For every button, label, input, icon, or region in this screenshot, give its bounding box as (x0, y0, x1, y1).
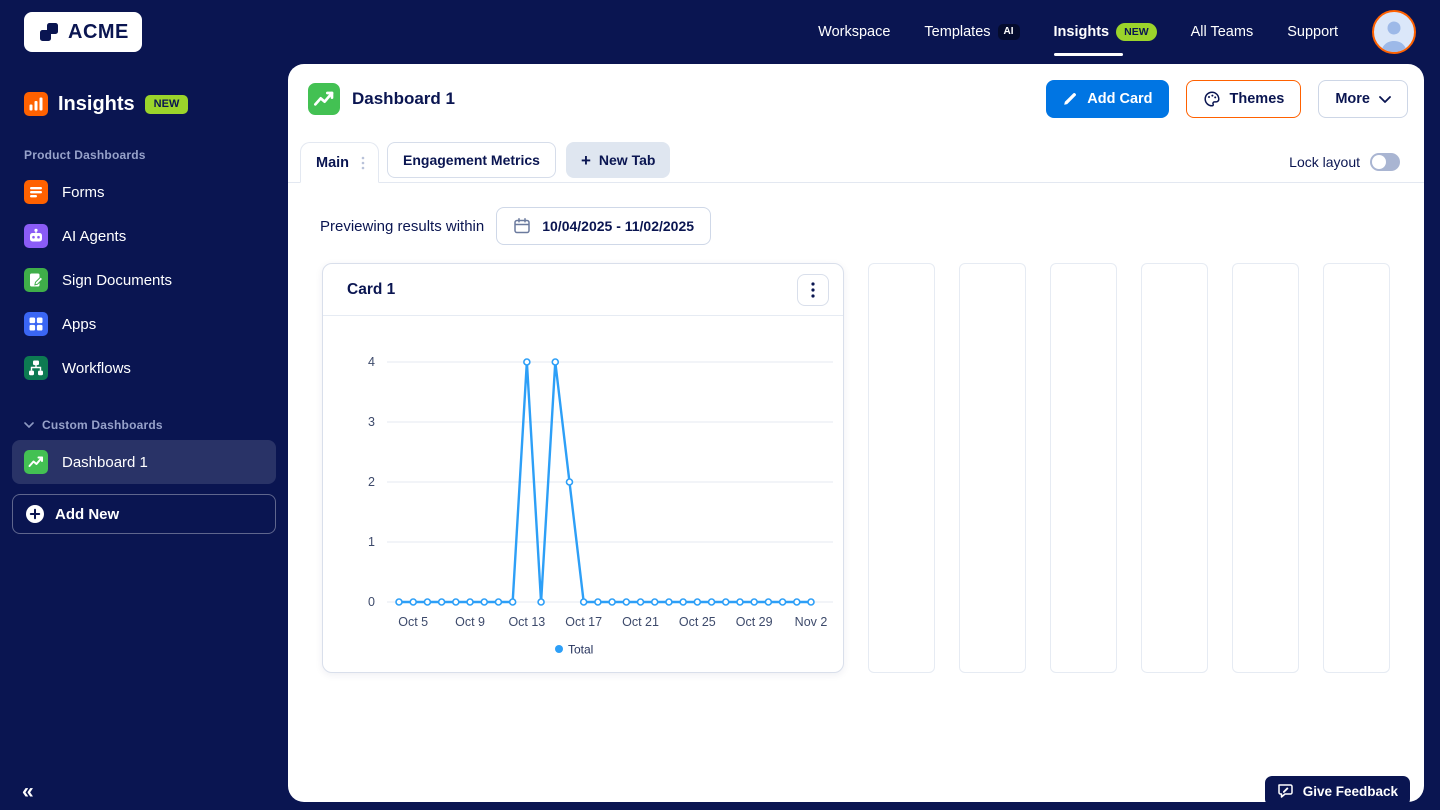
calendar-icon (513, 217, 531, 235)
lock-layout-label: Lock layout (1289, 154, 1360, 170)
top-nav: ACME Workspace Templates AI Insights NEW… (0, 0, 1440, 64)
sidebar-item-label: Workflows (62, 359, 131, 377)
give-feedback-button[interactable]: Give Feedback (1264, 776, 1410, 806)
nav-insights[interactable]: Insights NEW (1053, 22, 1157, 56)
card-title: Card 1 (347, 280, 396, 298)
person-icon (1374, 14, 1414, 52)
sidebar-collapse-button[interactable]: « (22, 781, 34, 802)
kebab-icon (811, 281, 815, 298)
lock-layout-toggle[interactable] (1370, 153, 1400, 171)
sidebar-item-apps[interactable]: Apps (12, 302, 276, 346)
line-chart: 0 1 2 3 4 Oct 5 Oct 9 Oct 13 Oct 17 Oct 21 Oct 25 O… (368, 355, 833, 657)
sign-documents-icon (24, 268, 48, 292)
empty-grid-slot (1050, 263, 1117, 673)
new-tab-button[interactable]: + New Tab (565, 142, 671, 178)
plus-icon: + (580, 150, 591, 170)
nav-links: Workspace Templates AI Insights NEW All … (818, 10, 1416, 56)
date-range-value: 10/04/2025 - 11/02/2025 (542, 218, 695, 234)
sidebar-item-dashboard-1[interactable]: Dashboard 1 (12, 440, 276, 484)
sidebar-item-workflows[interactable]: Workflows (12, 346, 276, 390)
nav-support[interactable]: Support (1287, 24, 1338, 40)
nav-workspace[interactable]: Workspace (818, 24, 890, 40)
brand-name: ACME (68, 20, 129, 43)
sidebar-title-row: Insights NEW (12, 84, 276, 124)
preview-row: Previewing results within 10/04/2025 - 1… (288, 183, 1424, 245)
sidebar-item-label: AI Agents (62, 227, 127, 245)
sidebar-item-sign-documents[interactable]: Sign Documents (12, 258, 276, 302)
card-menu-button[interactable] (797, 273, 829, 306)
sidebar-item-ai-agents[interactable]: AI Agents (12, 214, 276, 258)
more-button[interactable]: More (1318, 80, 1408, 118)
svg-text:0: 0 (368, 595, 375, 609)
main-panel: Dashboard 1 Add Card Themes More Main En… (288, 64, 1424, 802)
add-card-button[interactable]: Add Card (1046, 80, 1169, 118)
lock-layout-row: Lock layout (1289, 153, 1400, 171)
dashboard-icon (24, 450, 48, 474)
svg-text:Total: Total (568, 643, 593, 657)
insights-icon (24, 92, 48, 116)
card-header: Card 1 (323, 264, 843, 316)
acme-logo[interactable]: ACME (24, 12, 142, 52)
pencil-icon (1062, 91, 1078, 107)
ai-agents-icon (24, 224, 48, 248)
add-new-button[interactable]: Add New (12, 494, 276, 534)
section-custom-dashboards[interactable]: Custom Dashboards (12, 418, 276, 432)
header-actions: Add Card Themes More (1046, 80, 1408, 118)
feedback-icon (1277, 783, 1295, 799)
empty-grid-slot (1323, 263, 1390, 673)
sidebar-item-forms[interactable]: Forms (12, 170, 276, 214)
chevron-down-icon (24, 422, 34, 428)
card-1: Card 1 0 1 2 3 4 Oct 5 Oct 9 Oct 13 Oct 17 Oct 21… (322, 263, 844, 673)
svg-text:Oct 17: Oct 17 (565, 615, 602, 629)
dashboard-header-icon (308, 83, 340, 115)
sidebar: Insights NEW Product Dashboards Forms AI… (0, 64, 288, 810)
svg-text:Nov 2: Nov 2 (795, 615, 828, 629)
svg-text:Oct 5: Oct 5 (398, 615, 428, 629)
svg-text:Oct 13: Oct 13 (508, 615, 545, 629)
new-badge: NEW (1116, 22, 1157, 42)
svg-text:Oct 21: Oct 21 (622, 615, 659, 629)
sidebar-item-label: Sign Documents (62, 271, 173, 289)
tab-main[interactable]: Main (300, 142, 380, 183)
nav-templates[interactable]: Templates AI (924, 24, 1020, 40)
svg-text:Oct 29: Oct 29 (736, 615, 773, 629)
empty-grid-slot (959, 263, 1026, 673)
drag-handle-icon[interactable] (361, 156, 365, 170)
themes-button[interactable]: Themes (1185, 80, 1302, 118)
date-range-picker[interactable]: 10/04/2025 - 11/02/2025 (496, 207, 712, 245)
tab-engagement-metrics[interactable]: Engagement Metrics (387, 142, 556, 178)
workflows-icon (24, 356, 48, 380)
empty-grid-slot (868, 263, 935, 673)
avatar[interactable] (1372, 10, 1416, 54)
forms-icon (24, 180, 48, 204)
sidebar-item-label: Forms (62, 183, 105, 201)
dashboard-grid: Card 1 0 1 2 3 4 Oct 5 Oct 9 Oct 13 Oct 17 Oct 21… (288, 245, 1424, 673)
empty-grid-slot (1141, 263, 1208, 673)
empty-grid-slot (1232, 263, 1299, 673)
acme-logo-icon (37, 20, 61, 44)
svg-text:4: 4 (368, 355, 375, 369)
panel-header: Dashboard 1 Add Card Themes More (288, 64, 1424, 118)
ai-badge: AI (997, 24, 1020, 40)
svg-text:Oct 25: Oct 25 (679, 615, 716, 629)
plus-circle-icon (25, 504, 45, 524)
section-product-dashboards: Product Dashboards (24, 148, 146, 162)
preview-label: Previewing results within (320, 217, 485, 235)
page-title: Dashboard 1 (352, 89, 455, 108)
chevron-down-icon (1379, 95, 1391, 103)
sidebar-item-label: Apps (62, 315, 97, 333)
svg-text:1: 1 (368, 535, 375, 549)
svg-text:3: 3 (368, 415, 375, 429)
apps-icon (24, 312, 48, 336)
card-chart: 0 1 2 3 4 Oct 5 Oct 9 Oct 13 Oct 17 Oct 21 Oct 25 O… (323, 316, 843, 672)
svg-text:Oct 9: Oct 9 (455, 615, 485, 629)
sidebar-new-badge: NEW (144, 94, 189, 114)
svg-text:2: 2 (368, 475, 375, 489)
nav-all-teams[interactable]: All Teams (1191, 24, 1254, 40)
sidebar-item-label: Dashboard 1 (62, 453, 148, 471)
palette-icon (1203, 90, 1221, 108)
sidebar-title: Insights (58, 92, 135, 115)
tabs-row: Main Engagement Metrics + New Tab Lock l… (288, 142, 1424, 183)
